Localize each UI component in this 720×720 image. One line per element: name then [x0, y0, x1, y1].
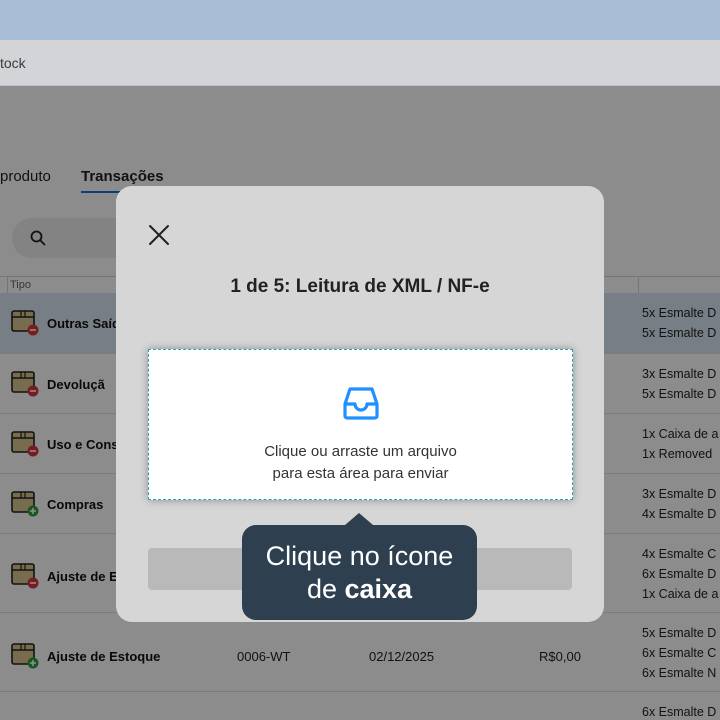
address-bar-url[interactable]: tock	[0, 55, 26, 71]
modal-title: 1 de 5: Leitura de XML / NF-e	[230, 276, 490, 297]
browser-titlebar	[0, 0, 720, 40]
dropzone-text-line1: Clique ou arraste um arquivo	[264, 443, 457, 460]
tooltip-arrow	[345, 513, 373, 525]
close-icon	[149, 225, 169, 245]
guide-tooltip: Clique no ícone de caixa	[242, 513, 477, 620]
tooltip-text-prefix: de	[306, 574, 345, 604]
tooltip-text-line2: de caixa	[242, 574, 477, 605]
tooltip-text-bold: caixa	[344, 574, 413, 604]
dropzone-instructions: Clique ou arraste um arquivo para esta á…	[149, 441, 572, 485]
file-dropzone[interactable]: Clique ou arraste um arquivo para esta á…	[148, 349, 573, 500]
address-bar[interactable]: tock	[0, 40, 720, 86]
close-button[interactable]	[148, 224, 170, 246]
dropzone-text-line2: para esta área para enviar	[272, 465, 449, 482]
tooltip-text-line1: Clique no ícone	[265, 541, 454, 571]
inbox-box-icon[interactable]	[342, 384, 380, 422]
